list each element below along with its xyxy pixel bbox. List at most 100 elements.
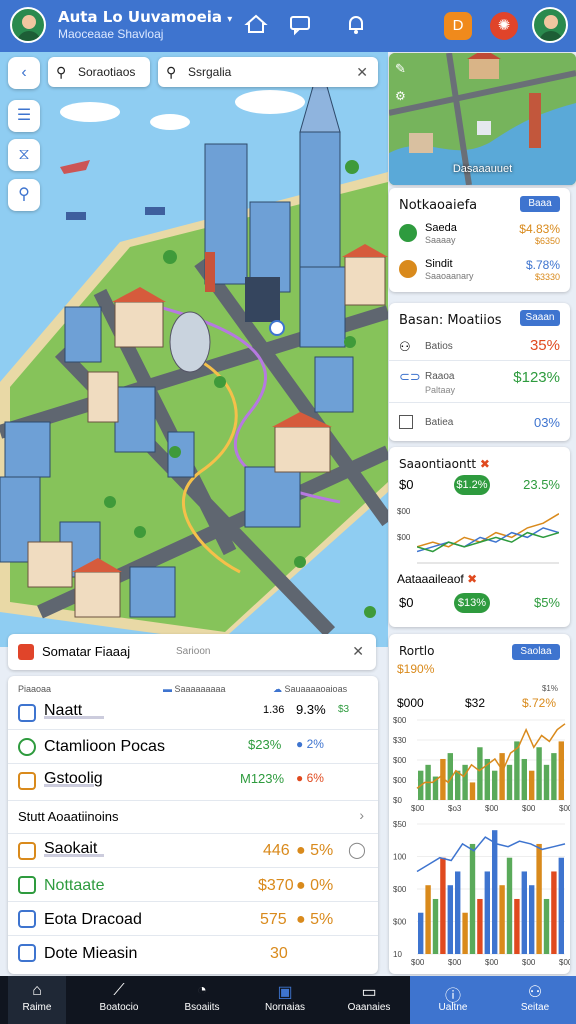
x-tick-label: $00 <box>411 958 425 967</box>
bar <box>484 871 490 954</box>
x-tick-label: $00 <box>448 958 462 967</box>
table-row[interactable]: Eota Dracoad 575 ● 5% <box>8 902 378 936</box>
nav-item[interactable]: ⚇ Seitae <box>502 976 568 1024</box>
app-title: Auta Lo Uuvamoeia ▾ <box>58 8 233 26</box>
col-header: ▬ Saaaaaaaaa <box>163 684 226 694</box>
nav-item[interactable]: ⓘ Ualtne <box>420 976 486 1024</box>
wrench-icon[interactable]: ✎ <box>395 61 406 77</box>
trend-line <box>416 723 566 789</box>
alert-icon: ◔ <box>197 982 207 999</box>
row-icon <box>18 842 36 860</box>
series-line-2 <box>417 531 559 553</box>
avatar <box>399 260 417 278</box>
filter-icon[interactable]: ⧖ <box>8 139 40 171</box>
nav-item[interactable]: ▣ Nornaias <box>252 976 318 1024</box>
zoom-search-icon[interactable]: ⚲ <box>8 179 40 211</box>
close-icon[interactable]: ✕ <box>356 57 368 87</box>
table-row[interactable]: Saokait 446 ● 5% ◯ <box>8 834 378 868</box>
settings-small-icon[interactable]: ⚙ <box>395 89 406 103</box>
bar <box>418 912 424 954</box>
bar <box>529 885 535 954</box>
people-icon: ⚇ <box>399 339 411 354</box>
bar <box>558 741 564 800</box>
stat-value: ● 5% <box>296 842 334 859</box>
x-tick-label: $00 <box>522 804 536 813</box>
y-tick-label: $30 <box>393 736 407 745</box>
y-tick-label: 10 <box>393 950 402 959</box>
data-table: Piaaoaa ▬ Saaaaaaaaa ☁ Sauaaaaoaioas Naa… <box>8 676 378 974</box>
nav-item[interactable]: ▭ Oaanaies <box>336 976 402 1024</box>
bar-chart-bottom: $50 100 $00 $00 10 $00 $00 $00 $00 $00 <box>393 820 570 967</box>
x-tick-label: $00 <box>559 804 570 813</box>
bar <box>469 843 476 954</box>
link-icon: ⊂⊃ <box>399 369 421 384</box>
monitor-button[interactable]: Saaan <box>520 310 560 326</box>
y-tick-label: $50 <box>393 820 407 829</box>
list-item[interactable]: Sindit Saaoaanary $.78% $3330 <box>389 256 570 286</box>
nav-item[interactable]: ⟋ Boatocio <box>84 976 154 1024</box>
x-tick-label: $00 <box>559 958 570 967</box>
list-item[interactable]: Saeda Saaaay $4.83% $6350 <box>389 220 570 250</box>
chart-button[interactable]: Saolaa <box>512 644 560 660</box>
stats-card: Saaontiaontt ✖ $0 $1.2% 23.5% $00 $00 Aa… <box>389 447 570 627</box>
stat-value: ● 5% <box>296 911 334 928</box>
nav-item[interactable]: ◔ Bsoaiits <box>170 976 234 1024</box>
bar <box>455 770 461 800</box>
list-item[interactable]: ⊂⊃ Raaoa Paltaay $123% <box>389 367 570 403</box>
row-icon <box>18 772 36 790</box>
back-button[interactable]: ‹ <box>8 57 40 89</box>
trend-line <box>416 836 566 873</box>
close-icon[interactable]: ✕ <box>352 643 364 660</box>
bar <box>492 770 498 800</box>
y-tick-label: $00 <box>393 716 407 725</box>
bar <box>529 770 535 800</box>
row-icon <box>18 738 36 756</box>
chat-icon[interactable]: ◯ <box>348 840 366 860</box>
market-button[interactable]: Baaa <box>520 196 560 212</box>
chat-icon[interactable] <box>286 12 314 40</box>
search-box-right[interactable]: ⚲ Ssrgalia ✕ <box>158 57 378 87</box>
list-item[interactable]: ⚇ Batios 35% <box>389 337 570 361</box>
bar <box>462 764 468 800</box>
card-title: Saaontiaontt ✖ <box>399 457 490 471</box>
minimap-label: Dasaaauuet <box>452 163 513 175</box>
list-item[interactable]: Batiea 03% <box>389 415 570 437</box>
settings-icon[interactable]: ✺ <box>490 12 518 40</box>
app-subtitle: Maoceaae Shavloaj <box>58 27 164 41</box>
bar <box>462 912 468 954</box>
document-icon[interactable]: D <box>444 12 472 40</box>
notification-icon[interactable] <box>342 12 370 40</box>
bar <box>447 885 453 954</box>
y-tick-label: $00 <box>393 776 407 785</box>
bar <box>536 747 542 800</box>
bar <box>440 857 446 954</box>
x-tick-label: $00 <box>485 958 499 967</box>
col-header: ☁ Sauaaaaoaioas <box>273 684 348 694</box>
table-row[interactable]: Dote Mieasin 30 <box>8 936 378 970</box>
bar <box>514 898 520 954</box>
panel-header: Somatar Fiaaaj Sarioon ✕ <box>8 634 376 670</box>
bar <box>432 898 439 954</box>
nav-home[interactable]: ⌂ Raime <box>8 976 66 1024</box>
layers-icon[interactable]: ☰ <box>8 100 40 132</box>
search-box-left[interactable]: ⚲ Soraotiaos <box>48 57 150 87</box>
y-tick-label: 100 <box>393 853 407 862</box>
table-row[interactable]: Gstoolig M123% ● 6% <box>8 764 378 798</box>
y-tick-label: $00 <box>393 756 407 765</box>
table-row[interactable]: Nottaate $370 ● 0% <box>8 868 378 902</box>
bar <box>536 843 542 954</box>
bar-chart-top: $00 $30 $00 $00 $0 $00 $o3 $00 $00 $00 <box>393 716 570 813</box>
bar <box>425 885 431 954</box>
avatar[interactable] <box>10 7 46 43</box>
stat-value: ● 2% <box>296 737 324 751</box>
bar <box>469 782 476 800</box>
table-row[interactable]: Ctamlioon Pocas $23% ● 2% <box>8 730 378 764</box>
table-row[interactable]: Naatt 1.36 9.3% $3 <box>8 696 378 730</box>
bar <box>499 753 505 800</box>
minimap[interactable]: ✎ ⚙ Dasaaauuet <box>389 53 576 185</box>
profile-avatar[interactable] <box>532 7 568 43</box>
section-header[interactable]: Stutt Aoaatiinoins › <box>8 800 378 834</box>
city-map[interactable]: ⚲ Soraotiaos ⚲ Ssrgalia ✕ ‹ ☰ ⧖ ⚲ <box>0 52 388 647</box>
coin-icon <box>399 224 417 242</box>
home-icon[interactable] <box>242 12 270 40</box>
